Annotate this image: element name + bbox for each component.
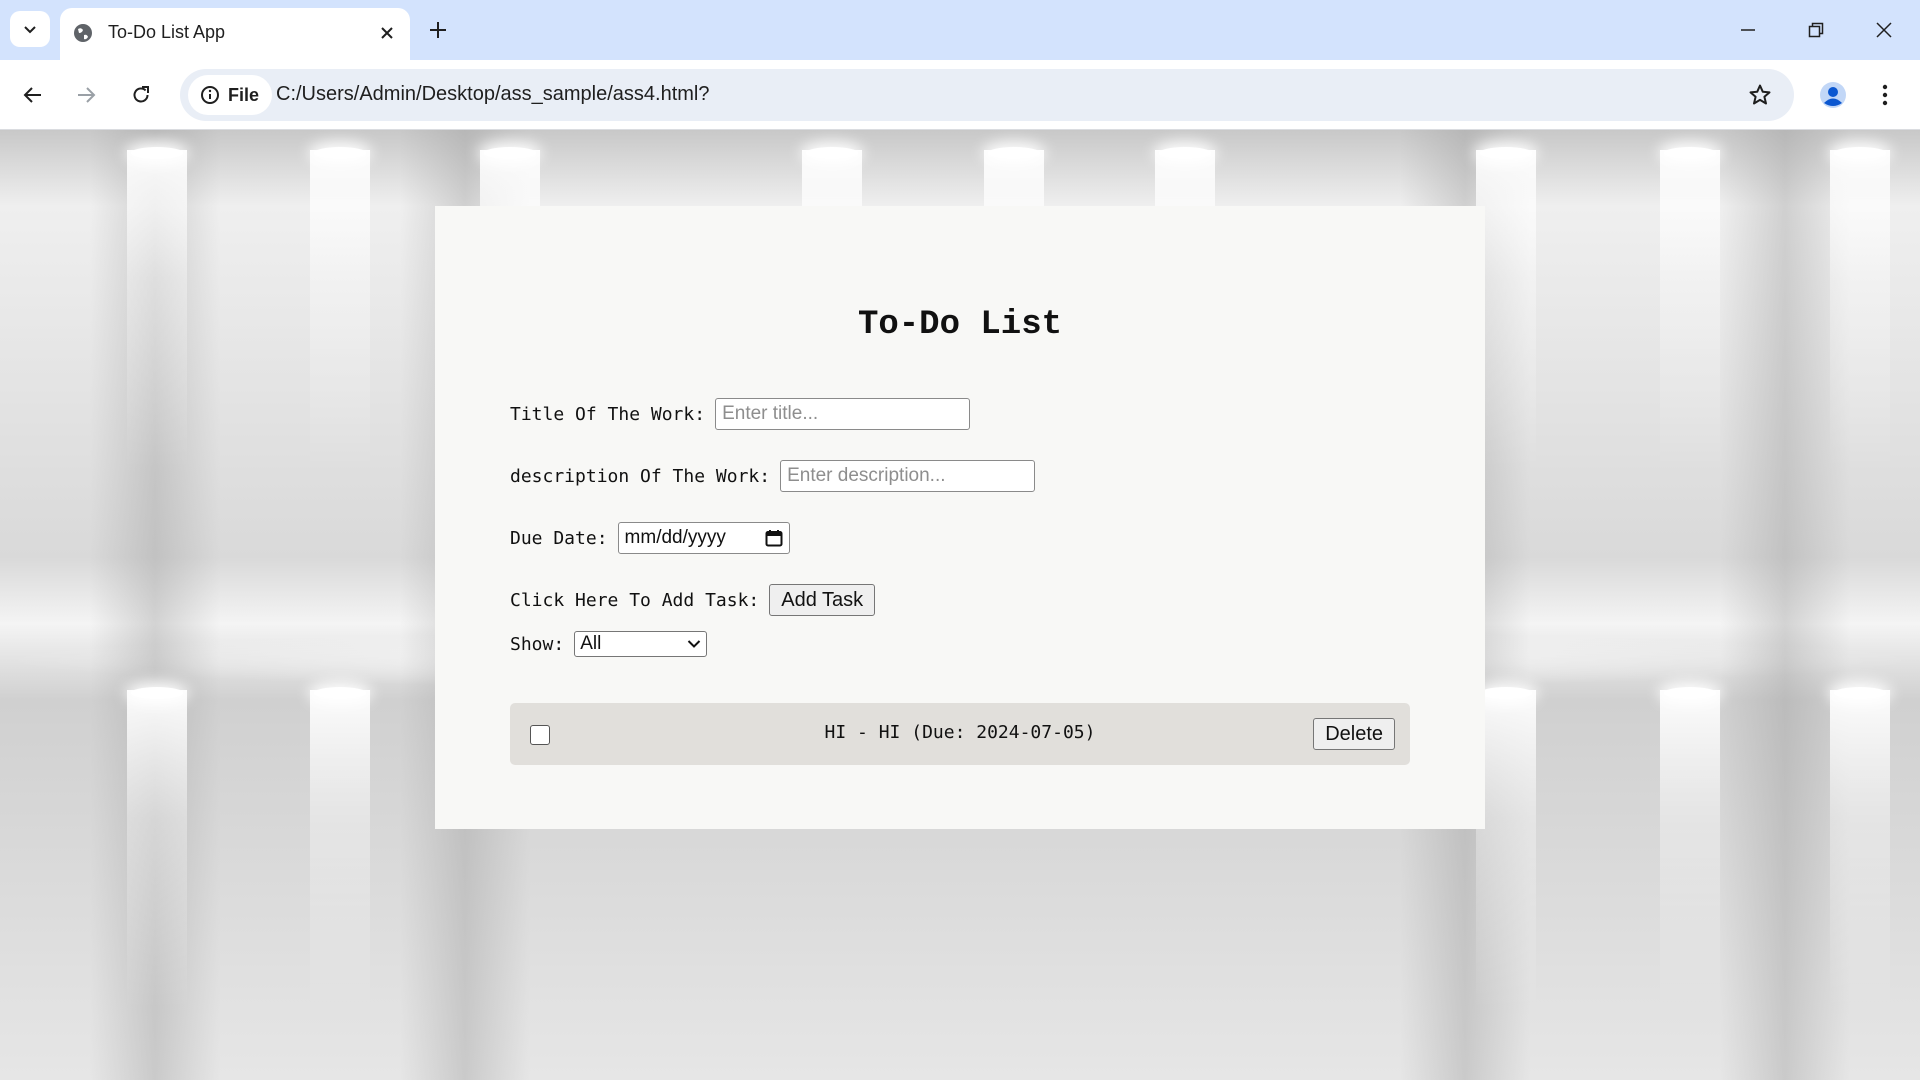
active-tab[interactable]: To-Do List App (60, 8, 410, 60)
ceiling-lamp (314, 687, 366, 699)
minimize-button[interactable] (1730, 12, 1766, 48)
ceiling-lamp (1834, 147, 1886, 159)
page-background: To-Do List Title Of The Work: descriptio… (0, 130, 1920, 1080)
ceiling-lamp (1159, 147, 1211, 159)
filter-row: Show: All (510, 631, 708, 657)
task-text: HI - HI (Due: 2024-07-05) (824, 722, 1096, 743)
ceiling-lamp (484, 147, 536, 159)
due-date-field-row: Due Date: mm/dd/yyyy (510, 522, 790, 554)
minimize-icon (1741, 29, 1755, 31)
ceiling-lamp (131, 687, 183, 699)
filter-label: Show: (510, 633, 565, 655)
plus-icon (430, 22, 446, 38)
light-beam (1660, 690, 1720, 1010)
due-date-label: Due Date: (510, 527, 608, 549)
restore-icon (1808, 22, 1824, 38)
chevron-down-icon (687, 640, 701, 648)
close-icon (381, 27, 393, 39)
add-task-label: Click Here To Add Task: (510, 589, 760, 611)
ceiling-lamp (1480, 687, 1532, 699)
title-field-row: Title Of The Work: (510, 398, 971, 430)
browser-toolbar: File C:/Users/Admin/Desktop/ass_sample/a… (0, 60, 1920, 130)
add-task-row: Click Here To Add Task: Add Task (510, 584, 876, 616)
info-icon (201, 86, 219, 104)
description-label: description Of The Work: (510, 465, 771, 487)
description-input[interactable] (780, 460, 1036, 492)
reload-icon (133, 86, 149, 103)
light-beam (1476, 150, 1536, 470)
light-beam (310, 150, 370, 470)
forward-arrow-icon (78, 87, 96, 103)
ceiling-lamp (131, 147, 183, 159)
reload-button[interactable] (123, 77, 159, 113)
site-info-chip[interactable]: File (188, 75, 272, 115)
bookmark-button[interactable] (1744, 79, 1776, 111)
light-beam (127, 150, 187, 470)
title-label: Title Of The Work: (510, 403, 706, 425)
light-beam (1830, 690, 1890, 1010)
profile-icon (1820, 82, 1846, 108)
star-icon (1749, 84, 1771, 105)
globe-icon (74, 24, 92, 42)
light-beam (310, 690, 370, 1010)
add-task-button[interactable]: Add Task (769, 584, 876, 616)
due-date-input[interactable]: mm/dd/yyyy (617, 522, 790, 554)
url-text[interactable]: C:/Users/Admin/Desktop/ass_sample/ass4.h… (276, 83, 710, 106)
browser-tab-strip: To-Do List App (0, 0, 1920, 60)
due-date-placeholder: mm/dd/yyyy (624, 527, 726, 548)
ceiling-lamp (1664, 687, 1716, 699)
kebab-menu-icon (1882, 84, 1888, 106)
description-field-row: description Of The Work: (510, 460, 1036, 492)
ceiling-lamp (1480, 147, 1532, 159)
delete-task-button[interactable]: Delete (1313, 718, 1395, 750)
filter-selected-value: All (580, 633, 602, 654)
light-beam (1476, 690, 1536, 1010)
ceiling-lamp (988, 147, 1040, 159)
light-beam (1660, 150, 1720, 470)
page-title: To-Do List (857, 306, 1063, 344)
back-button[interactable] (15, 77, 51, 113)
task-item: HI - HI (Due: 2024-07-05) Delete (510, 703, 1410, 765)
browser-menu-button[interactable] (1870, 77, 1900, 113)
calendar-icon[interactable] (765, 529, 783, 547)
file-chip-label: File (228, 84, 260, 105)
tab-search-icon (24, 26, 36, 34)
filter-select[interactable]: All (574, 631, 708, 657)
address-bar[interactable]: File C:/Users/Admin/Desktop/ass_sample/a… (180, 69, 1794, 121)
back-arrow-icon (23, 87, 41, 103)
light-beam (1830, 150, 1890, 470)
title-input[interactable] (715, 398, 971, 430)
todo-card: To-Do List Title Of The Work: descriptio… (435, 206, 1485, 829)
forward-button[interactable] (68, 77, 104, 113)
tab-title: To-Do List App (108, 22, 226, 42)
close-window-icon (1876, 22, 1892, 38)
profile-button[interactable] (1815, 77, 1851, 113)
new-tab-button[interactable] (424, 16, 452, 44)
ceiling-lamp (1834, 687, 1886, 699)
ceiling-lamp (314, 147, 366, 159)
tab-search-button[interactable] (10, 11, 50, 47)
ceiling-lamp (1664, 147, 1716, 159)
ceiling-lamp (806, 147, 858, 159)
close-window-button[interactable] (1866, 12, 1902, 48)
tab-close-button[interactable] (374, 20, 400, 46)
light-beam (127, 690, 187, 1010)
restore-button[interactable] (1798, 12, 1834, 48)
